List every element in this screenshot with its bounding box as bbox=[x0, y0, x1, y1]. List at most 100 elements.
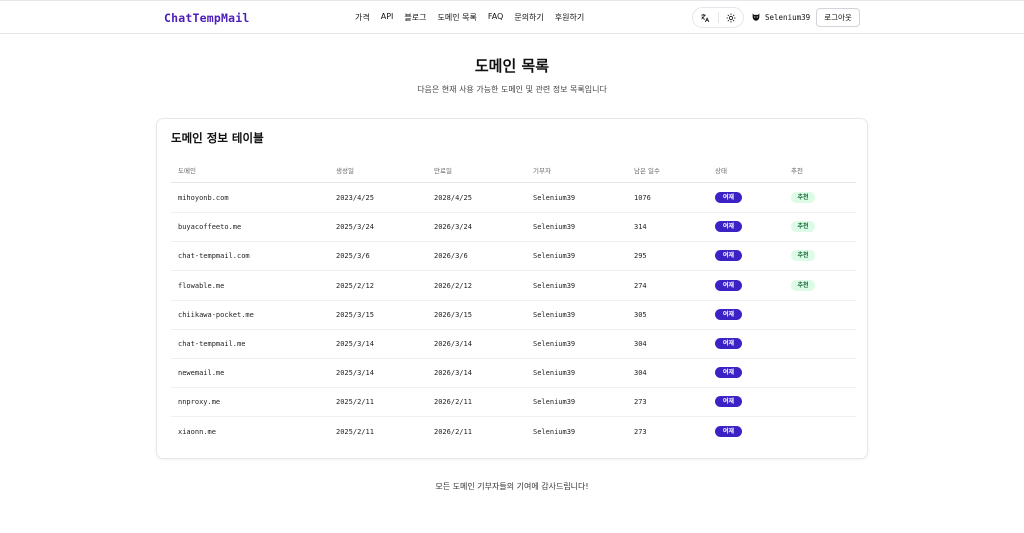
column-header-status: 상태 bbox=[715, 167, 727, 175]
logout-button[interactable]: 로그아웃 bbox=[816, 8, 860, 27]
github-cat-icon bbox=[752, 13, 760, 21]
days-left-cell: 304 bbox=[634, 340, 647, 348]
column-header-days-left: 남은 일수 bbox=[634, 167, 660, 175]
status-cell: 여재 bbox=[715, 425, 742, 437]
created-cell: 2025/2/11 bbox=[336, 398, 374, 407]
days-left-cell: 273 bbox=[634, 398, 647, 407]
donor-cell: Selenium39 bbox=[533, 194, 576, 202]
page-title: 도메인 목록 bbox=[474, 57, 550, 75]
domain-cell: chat-tempmail.me bbox=[178, 340, 246, 348]
nav-blog[interactable]: 블로그 bbox=[404, 12, 426, 23]
column-header-created: 생성일 bbox=[336, 167, 354, 175]
user-menu[interactable]: Selenium39 bbox=[751, 12, 810, 22]
status-cell: 여재 bbox=[715, 338, 742, 349]
days-left-cell: 295 bbox=[634, 252, 647, 261]
days-left-cell: 1076 bbox=[634, 194, 651, 202]
donor-cell: Selenium39 bbox=[533, 369, 576, 378]
created-cell: 2025/3/24 bbox=[336, 223, 374, 232]
created-cell: 2023/4/25 bbox=[336, 194, 374, 202]
expires-cell: 2026/3/14 bbox=[434, 340, 472, 348]
status-badge: 여재 bbox=[715, 308, 742, 320]
recommended-cell: 추천 bbox=[791, 250, 815, 262]
status-badge: 여재 bbox=[715, 367, 742, 379]
page-subtitle: 다음은 현재 사용 가능한 도메인 및 관련 정보 목록입니다 bbox=[417, 85, 607, 94]
status-cell: 여재 bbox=[715, 308, 742, 320]
domain-cell: newemail.me bbox=[178, 369, 225, 378]
domain-cell: xiaonn.me bbox=[178, 427, 216, 436]
donor-cell: Selenium39 bbox=[533, 223, 576, 232]
created-cell: 2025/3/6 bbox=[336, 252, 370, 261]
top-navbar: ChatTempMail 가격 API 블로그 도메인 목록 FAQ 문의하기 … bbox=[0, 1, 1024, 34]
donor-cell: Selenium39 bbox=[533, 427, 576, 436]
expires-cell: 2026/3/6 bbox=[434, 252, 468, 261]
status-badge: 여재 bbox=[715, 396, 742, 408]
nav-sponsor[interactable]: 후원하기 bbox=[555, 12, 584, 23]
days-left-cell: 274 bbox=[634, 281, 647, 290]
status-badge: 여재 bbox=[715, 425, 742, 437]
site-logo[interactable]: ChatTempMail bbox=[164, 11, 249, 25]
expires-cell: 2026/3/24 bbox=[434, 223, 472, 232]
table-row: nnproxy.me 2025/2/11 2026/2/11 Selenium39 27… bbox=[171, 388, 856, 418]
username: Selenium39 bbox=[765, 12, 811, 22]
table-row: chiikawa-pocket.me 2025/3/15 2026/3/15 Sele… bbox=[171, 301, 856, 330]
expires-cell: 2026/2/11 bbox=[434, 427, 472, 436]
translate-icon bbox=[701, 13, 710, 22]
domain-cell: flowable.me bbox=[178, 281, 225, 290]
status-badge: 여재 bbox=[715, 192, 742, 203]
status-badge: 여재 bbox=[715, 221, 742, 233]
recommended-badge: 추천 bbox=[791, 279, 815, 291]
footer-note: 모든 도메인 기부자들의 기여에 감사드립니다! bbox=[435, 482, 589, 491]
table-row: xiaonn.me 2025/2/11 2026/2/11 Selenium39 273… bbox=[171, 418, 856, 447]
recommended-badge: 추천 bbox=[791, 192, 815, 203]
domain-table-card: 도메인 정보 테이블 도메인 생성일 만료일 기부자 남은 일수 상태 추천 m… bbox=[156, 118, 868, 459]
table-row: buyacoffeeto.me 2025/3/24 2026/3/24 Seleniu… bbox=[171, 213, 856, 243]
expires-cell: 2028/4/25 bbox=[434, 194, 472, 202]
status-cell: 여재 bbox=[715, 367, 742, 379]
column-header-expires: 만료일 bbox=[434, 167, 452, 175]
expires-cell: 2026/2/12 bbox=[434, 281, 472, 290]
status-badge: 여재 bbox=[715, 338, 742, 349]
nav-api[interactable]: API bbox=[381, 12, 394, 23]
table-row: flowable.me 2025/2/12 2026/2/12 Selenium39 2… bbox=[171, 272, 856, 301]
language-button[interactable] bbox=[693, 8, 718, 27]
status-badge: 여재 bbox=[715, 279, 742, 291]
status-cell: 여재 bbox=[715, 250, 742, 262]
table-row: chat-tempmail.me 2025/3/14 2026/3/14 Seleni… bbox=[171, 330, 856, 359]
nav-pricing[interactable]: 가격 bbox=[355, 12, 370, 23]
created-cell: 2025/3/15 bbox=[336, 310, 374, 319]
expires-cell: 2026/3/14 bbox=[434, 369, 472, 378]
status-badge: 여재 bbox=[715, 250, 742, 262]
donor-cell: Selenium39 bbox=[533, 340, 576, 348]
nav-faq[interactable]: FAQ bbox=[488, 12, 504, 23]
expires-cell: 2026/3/15 bbox=[434, 310, 472, 319]
nav-domain-list[interactable]: 도메인 목록 bbox=[437, 12, 476, 23]
donor-cell: Selenium39 bbox=[533, 252, 576, 261]
domain-cell: mihoyonb.com bbox=[178, 194, 229, 202]
nav-contact[interactable]: 문의하기 bbox=[514, 12, 543, 23]
domain-cell: nnproxy.me bbox=[178, 398, 221, 407]
status-cell: 여재 bbox=[715, 221, 742, 233]
created-cell: 2025/3/14 bbox=[336, 340, 374, 348]
recommended-cell: 추천 bbox=[791, 221, 815, 233]
sun-icon bbox=[726, 12, 736, 23]
domain-cell: chiikawa-pocket.me bbox=[178, 310, 254, 319]
days-left-cell: 304 bbox=[634, 369, 647, 378]
table-header: 도메인 생성일 만료일 기부자 남은 일수 상태 추천 bbox=[171, 156, 856, 183]
recommended-badge: 추천 bbox=[791, 221, 815, 233]
donor-cell: Selenium39 bbox=[533, 310, 576, 319]
column-header-recommended: 추천 bbox=[791, 167, 803, 175]
days-left-cell: 314 bbox=[634, 223, 647, 232]
recommended-cell: 추천 bbox=[791, 279, 815, 291]
theme-toggle-button[interactable] bbox=[718, 8, 743, 27]
table-row: mihoyonb.com 2023/4/25 2028/4/25 Selenium39… bbox=[171, 184, 856, 213]
header-tools bbox=[692, 7, 744, 28]
main-nav: 가격 API 블로그 도메인 목록 FAQ 문의하기 후원하기 bbox=[355, 12, 595, 23]
table-title: 도메인 정보 테이블 bbox=[171, 131, 264, 145]
days-left-cell: 273 bbox=[634, 427, 647, 436]
table-row: newemail.me 2025/3/14 2026/3/14 Selenium39 3… bbox=[171, 359, 856, 389]
expires-cell: 2026/2/11 bbox=[434, 398, 472, 407]
domain-cell: buyacoffeeto.me bbox=[178, 223, 242, 232]
days-left-cell: 305 bbox=[634, 310, 647, 319]
created-cell: 2025/2/11 bbox=[336, 427, 374, 436]
status-cell: 여재 bbox=[715, 279, 742, 291]
